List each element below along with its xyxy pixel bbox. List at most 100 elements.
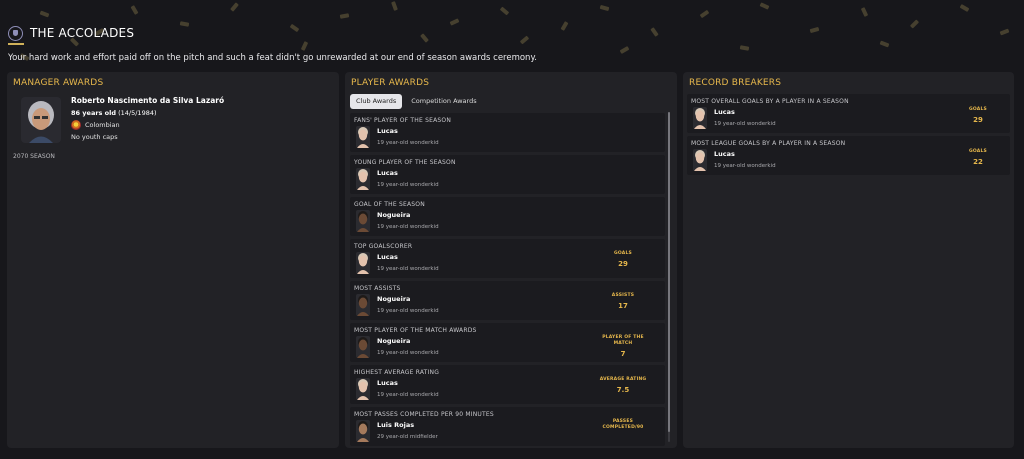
- stat-block: AVERAGE RATING 7.5: [593, 377, 653, 394]
- awards-tabs: Club Awards Competition Awards: [350, 94, 483, 109]
- record-breakers-title: RECORD BREAKERS: [689, 78, 782, 88]
- record-card[interactable]: MOST LEAGUE GOALS BY A PLAYER IN A SEASO…: [687, 136, 1010, 175]
- player-name[interactable]: Lucas: [714, 108, 735, 116]
- awards-scrollbar-thumb[interactable]: [668, 112, 670, 432]
- stat-block: ASSISTS 17: [593, 293, 653, 310]
- player-award-body: Lucas 19 year-old wonderkid: [350, 125, 665, 152]
- manager-nationality: Colombian: [71, 120, 120, 130]
- page-header: THE ACCOLADES: [8, 24, 134, 42]
- stat-label: PASSES COMPLETED/90: [602, 419, 644, 430]
- player-description: 19 year-old wonderkid: [377, 224, 439, 230]
- record-title: MOST LEAGUE GOALS BY A PLAYER IN A SEASO…: [691, 140, 846, 147]
- player-name[interactable]: Lucas: [377, 169, 398, 177]
- player-name[interactable]: Lucas: [377, 127, 398, 135]
- stat-label: PLAYER OF THE MATCH: [602, 335, 644, 346]
- player-award-card[interactable]: TOP GOALSCORER Lucas 19 year-old wonderkid…: [350, 239, 665, 278]
- player-award-card[interactable]: FANS' PLAYER OF THE SEASON Lucas 19 year-o…: [350, 113, 665, 152]
- club-crest-icon: [8, 25, 23, 41]
- player-description: 19 year-old wonderkid: [714, 163, 776, 169]
- player-awards-panel: PLAYER AWARDS Club Awards Competition Aw…: [345, 72, 677, 448]
- tab-competition-awards[interactable]: Competition Awards: [405, 94, 482, 109]
- player-award-body: Nogueira 19 year-old wonderkid ASSISTS 17: [350, 293, 665, 320]
- player-award-body: Nogueira 19 year-old wonderkid PLAYER OF T…: [350, 335, 665, 362]
- page-subtitle: Your hard work and effort paid off on th…: [8, 53, 537, 63]
- title-underline: [8, 43, 24, 45]
- stat-value: 7: [620, 350, 626, 358]
- player-award-body: Nogueira 19 year-old wonderkid: [350, 209, 665, 236]
- player-face-icon[interactable]: [356, 378, 370, 400]
- player-award-title: MOST PLAYER OF THE MATCH AWARDS: [354, 327, 477, 334]
- manager-season: 2070 SEASON: [13, 153, 55, 160]
- player-award-body: Lucas 19 year-old wonderkid: [350, 167, 665, 194]
- player-face-icon[interactable]: [356, 168, 370, 190]
- manager-name[interactable]: Roberto Nascimento da Silva Lazaró: [71, 96, 224, 105]
- stat-value: 7.5: [616, 386, 630, 394]
- manager-dob: (14/5/1984): [118, 109, 157, 117]
- stat-value: 29: [618, 260, 628, 268]
- stat-block: PASSES COMPLETED/90: [593, 419, 653, 434]
- player-name[interactable]: Luis Rojas: [377, 421, 414, 429]
- player-award-body: Lucas 19 year-old wonderkid AVERAGE RATING…: [350, 377, 665, 404]
- player-award-card[interactable]: MOST PASSES COMPLETED PER 90 MINUTES Luis…: [350, 407, 665, 446]
- awards-scrollbar[interactable]: [668, 112, 670, 442]
- stat-label: GOALS: [969, 149, 987, 154]
- player-face-icon[interactable]: [356, 210, 370, 232]
- player-award-body: Lucas 19 year-old wonderkid GOALS 29: [350, 251, 665, 278]
- stat-block: GOALS 29: [958, 107, 998, 124]
- player-award-title: TOP GOALSCORER: [354, 243, 413, 250]
- player-name[interactable]: Nogueira: [377, 211, 410, 219]
- player-face-icon[interactable]: [693, 149, 707, 171]
- manager-caps: No youth caps: [71, 133, 118, 141]
- player-face-icon[interactable]: [356, 420, 370, 442]
- manager-avatar[interactable]: [21, 97, 61, 143]
- player-face-icon[interactable]: [356, 252, 370, 274]
- player-name[interactable]: Lucas: [377, 253, 398, 261]
- player-face-icon[interactable]: [356, 294, 370, 316]
- player-face-icon[interactable]: [356, 126, 370, 148]
- stat-label: GOALS: [969, 107, 987, 112]
- player-award-card[interactable]: MOST ASSISTS Nogueira 19 year-old wonderki…: [350, 281, 665, 320]
- stat-label: AVERAGE RATING: [599, 377, 647, 382]
- player-description: 29 year-old midfielder: [377, 434, 438, 440]
- manager-nationality-label: Colombian: [85, 121, 120, 129]
- stat-label: ASSISTS: [611, 293, 635, 298]
- player-award-title: MOST ASSISTS: [354, 285, 401, 292]
- stat-block: GOALS 22: [958, 149, 998, 166]
- player-awards-title: PLAYER AWARDS: [351, 78, 430, 88]
- player-name[interactable]: Nogueira: [377, 337, 410, 345]
- player-award-card[interactable]: MOST PLAYER OF THE MATCH AWARDS Nogueira 1…: [350, 323, 665, 362]
- colombia-flag-icon: [71, 120, 81, 130]
- player-award-card[interactable]: YOUNG PLAYER OF THE SEASON Lucas 19 year-o…: [350, 155, 665, 194]
- player-face-icon[interactable]: [356, 336, 370, 358]
- manager-age-years: 86 years old: [71, 109, 117, 117]
- record-breakers-panel: RECORD BREAKERS MOST OVERALL GOALS BY A …: [683, 72, 1014, 448]
- tab-club-awards[interactable]: Club Awards: [350, 94, 403, 109]
- player-award-card[interactable]: HIGHEST AVERAGE RATING Lucas 19 year-old w…: [350, 365, 665, 404]
- player-award-card[interactable]: GOAL OF THE SEASON Nogueira 19 year-old wo…: [350, 197, 665, 236]
- stat-block: PLAYER OF THE MATCH 7: [593, 335, 653, 358]
- record-title: MOST OVERALL GOALS BY A PLAYER IN A SEAS…: [691, 98, 849, 105]
- player-description: 19 year-old wonderkid: [377, 308, 439, 314]
- player-description: 19 year-old wonderkid: [377, 266, 439, 272]
- player-face-icon[interactable]: [693, 107, 707, 129]
- player-description: 19 year-old wonderkid: [377, 182, 439, 188]
- player-award-title: MOST PASSES COMPLETED PER 90 MINUTES: [354, 411, 494, 418]
- player-name[interactable]: Nogueira: [377, 295, 410, 303]
- player-name[interactable]: Lucas: [714, 150, 735, 158]
- player-description: 19 year-old wonderkid: [377, 140, 439, 146]
- player-description: 19 year-old wonderkid: [714, 121, 776, 127]
- stat-value: 22: [973, 158, 983, 166]
- manager-age: 86 years old (14/5/1984): [71, 109, 157, 117]
- player-award-title: HIGHEST AVERAGE RATING: [354, 369, 440, 376]
- player-award-title: YOUNG PLAYER OF THE SEASON: [354, 159, 456, 166]
- player-description: 19 year-old wonderkid: [377, 392, 439, 398]
- manager-awards-title: MANAGER AWARDS: [13, 78, 104, 88]
- stat-value: 29: [973, 116, 983, 124]
- player-award-title: GOAL OF THE SEASON: [354, 201, 425, 208]
- player-name[interactable]: Lucas: [377, 379, 398, 387]
- stat-block: GOALS 29: [593, 251, 653, 268]
- record-card[interactable]: MOST OVERALL GOALS BY A PLAYER IN A SEAS…: [687, 94, 1010, 133]
- page-title: THE ACCOLADES: [30, 26, 135, 40]
- stat-value: 17: [618, 302, 628, 310]
- player-description: 19 year-old wonderkid: [377, 350, 439, 356]
